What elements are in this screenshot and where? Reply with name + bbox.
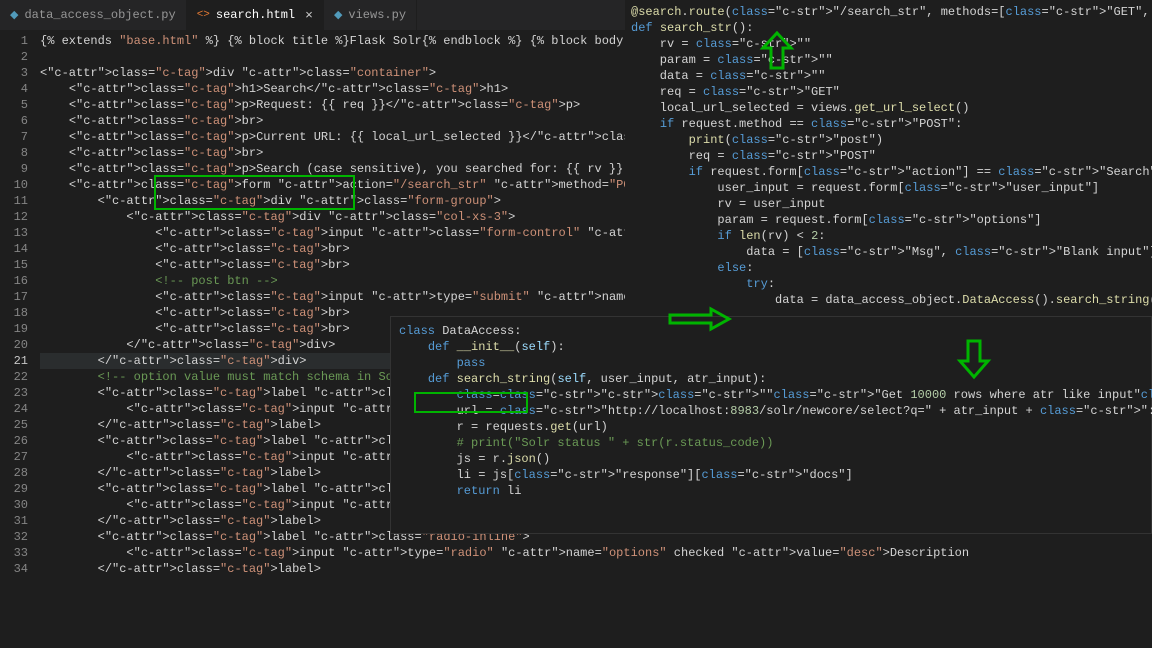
code-area-views-py[interactable]: @search.route(class="c-str">"/search_str…: [625, 0, 1152, 330]
tab-label: views.py: [348, 8, 406, 22]
annotation-arrow-down: [955, 338, 993, 380]
python-icon: ◆: [10, 8, 18, 22]
annotation-arrow-up: [758, 30, 796, 72]
line-gutter: 1234567891011121314151617181920212223242…: [0, 30, 40, 570]
tab-label: data_access_object.py: [24, 8, 175, 22]
html-icon: <>: [197, 9, 210, 21]
annotation-box-search-string: [414, 392, 528, 413]
tab-label: search.html: [216, 8, 295, 22]
tab-search-html[interactable]: <> search.html ×: [187, 0, 324, 30]
annotation-arrow-right: [667, 306, 733, 332]
close-icon[interactable]: ×: [305, 8, 313, 23]
annotation-box-form: [154, 175, 355, 210]
tab-data-access-object[interactable]: ◆ data_access_object.py: [0, 0, 187, 30]
python-icon: ◆: [334, 8, 342, 22]
tab-views-py[interactable]: ◆ views.py: [324, 0, 417, 30]
code-area-data-access[interactable]: class DataAccess: def __init__(self): pa…: [390, 316, 1152, 534]
